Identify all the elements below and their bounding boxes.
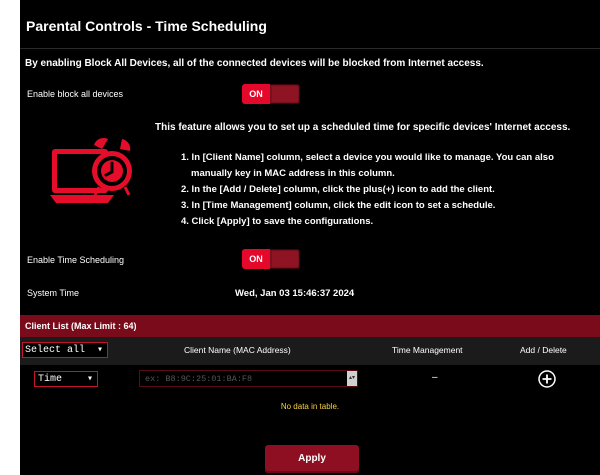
- client-list-title: Client List (Max Limit : 64): [25, 321, 137, 331]
- mac-address-input[interactable]: ex: B8:9C:25:01:BA:F8: [139, 370, 358, 387]
- time-management-value: –: [432, 372, 438, 383]
- mode-text: Time: [38, 374, 63, 385]
- chevron-down-icon: ▾: [86, 374, 93, 385]
- chevron-down-icon: ▾: [96, 345, 103, 356]
- title-divider: [20, 48, 600, 49]
- step-item: 1. In [Client Name] column, select a dev…: [181, 152, 554, 163]
- dropdown-stepper-icon[interactable]: ▴▾: [347, 371, 357, 386]
- col-time-management: Time Management: [392, 345, 463, 355]
- block-all-label: Enable block all devices: [27, 89, 124, 99]
- alarm-clock-laptop-icon: [50, 137, 132, 203]
- feature-intro: This feature allows you to set up a sche…: [155, 122, 571, 133]
- step-item: 3. In [Time Management] column, click th…: [181, 200, 496, 211]
- system-time-value: Wed, Jan 03 15:46:37 2024: [235, 288, 355, 299]
- select-all-dropdown[interactable]: Select all ▾: [22, 342, 108, 358]
- client-list-header: Client List (Max Limit : 64): [20, 315, 600, 337]
- no-data-message: No data in table.: [280, 402, 340, 411]
- time-scheduling-label: Enable Time Scheduling: [27, 255, 125, 265]
- parental-controls-panel: Parental Controls - Time Scheduling By e…: [20, 0, 600, 475]
- time-scheduling-toggle[interactable]: ON: [242, 249, 300, 269]
- system-time-label: System Time: [27, 288, 80, 298]
- block-all-info: By enabling Block All Devices, all of th…: [25, 58, 484, 69]
- select-all-text: Select all: [25, 345, 86, 356]
- client-table-header: Select all ▾ Client Name (MAC Address) T…: [20, 337, 600, 365]
- col-add-delete: Add / Delete: [520, 345, 567, 355]
- mode-dropdown[interactable]: Time ▾: [34, 371, 98, 387]
- block-all-toggle[interactable]: ON: [242, 84, 300, 104]
- toggle-knob: [272, 86, 298, 102]
- plus-circle-icon[interactable]: [538, 370, 556, 388]
- col-client-name: Client Name (MAC Address): [184, 345, 291, 355]
- instruction-steps: 1. In [Client Name] column, select a dev…: [167, 150, 600, 230]
- toggle-knob: [272, 251, 298, 267]
- apply-button[interactable]: Apply: [265, 445, 359, 473]
- step-item: manually key in MAC address in this colu…: [191, 168, 395, 179]
- toggle-on-text: ON: [242, 249, 270, 269]
- step-item: 4. Click [Apply] to save the configurati…: [181, 216, 374, 227]
- page-title: Parental Controls - Time Scheduling: [26, 18, 267, 34]
- step-item: 2. In the [Add / Delete] column, click t…: [181, 184, 495, 195]
- toggle-on-text: ON: [242, 84, 270, 104]
